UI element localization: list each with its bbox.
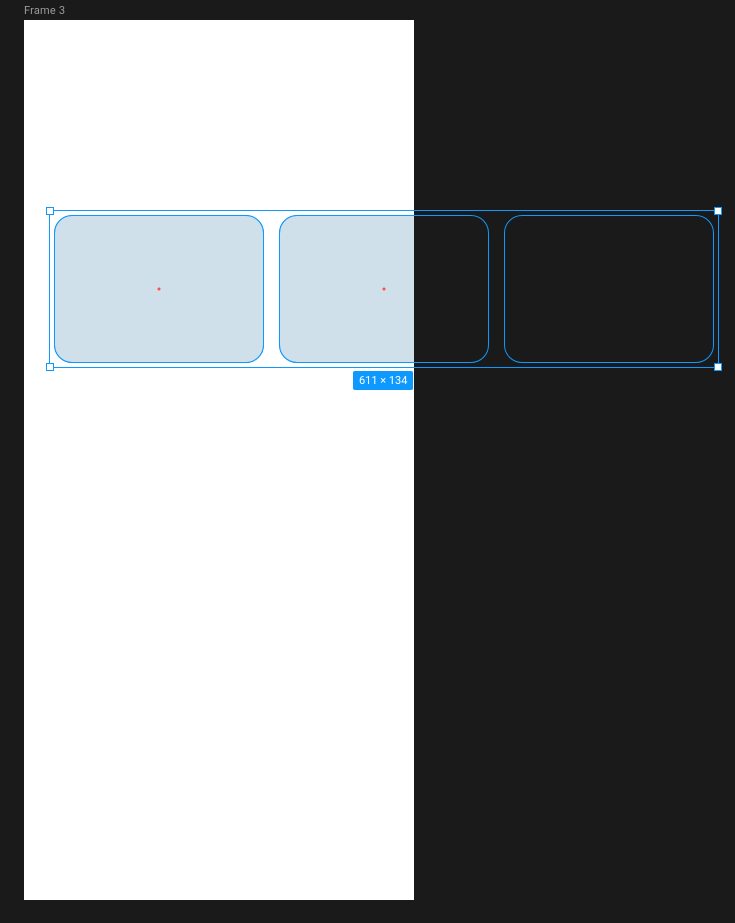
anchor-dot bbox=[383, 288, 386, 291]
resize-handle-bottom-left[interactable] bbox=[46, 363, 54, 371]
resize-handle-bottom-right[interactable] bbox=[714, 363, 722, 371]
frame-artboard[interactable] bbox=[24, 20, 414, 900]
resize-handle-top-left[interactable] bbox=[46, 207, 54, 215]
selection-size-badge: 611 × 134 bbox=[353, 371, 413, 390]
layer-rect-3[interactable] bbox=[504, 215, 714, 363]
frame-label[interactable]: Frame 3 bbox=[24, 4, 65, 17]
resize-handle-top-right[interactable] bbox=[714, 207, 722, 215]
anchor-dot bbox=[158, 288, 161, 291]
